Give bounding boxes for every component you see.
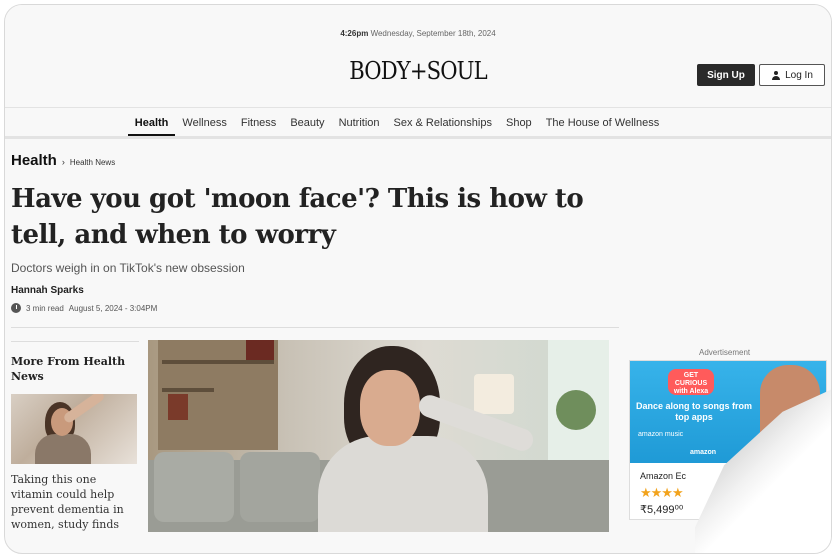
publish-date: August 5, 2024 - 3:04PM [68,303,158,313]
header-datetime: 4:26pm Wednesday, September 18th, 2024 [5,29,831,38]
site-logo[interactable]: BODY+SOUL [55,57,782,85]
nav-item-house-of-wellness[interactable]: The House of Wellness [539,108,667,136]
nav-item-wellness[interactable]: Wellness [175,108,233,136]
read-time: 3 min read [26,303,64,313]
article-standfirst: Doctors weigh in on TikTok's new obsessi… [11,261,245,275]
related-story-title[interactable]: Taking this one vitamin could help preve… [11,472,139,532]
hero-image [148,340,609,532]
main-nav: Health Wellness Fitness Beauty Nutrition… [5,107,831,139]
nav-item-fitness[interactable]: Fitness [234,108,283,136]
nav-item-health[interactable]: Health [127,108,176,136]
article-meta: 3 min read August 5, 2024 - 3:04PM [11,303,157,313]
article-headline: Have you got 'moon face'? This is how to… [11,184,584,250]
header-time: 4:26pm [340,29,369,38]
signup-button[interactable]: Sign Up [697,64,755,86]
breadcrumb-section[interactable]: Health [11,152,57,169]
breadcrumb-subsection[interactable]: Health News [70,158,115,167]
nav-item-beauty[interactable]: Beauty [283,108,331,136]
login-button-label: Log In [785,69,813,81]
more-from-section: More From Health News Taking this one vi… [11,341,139,532]
divider [11,327,619,328]
browser-frame: 4:26pm Wednesday, September 18th, 2024 B… [4,4,832,554]
ad-badge: GET CURIOUS with Alexa [668,369,714,395]
nav-item-shop[interactable]: Shop [499,108,539,136]
article-author[interactable]: Hannah Sparks [11,285,84,296]
chevron-right-icon: › [61,157,65,167]
clock-icon [11,303,21,313]
nav-item-nutrition[interactable]: Nutrition [332,108,387,136]
ad-headline: Dance along to songs from top apps [635,401,752,422]
more-from-title: More From Health News [11,355,126,383]
user-icon [771,70,780,80]
ad-brand-secondary: amazon [690,449,717,456]
login-button[interactable]: Log In [759,64,825,86]
ad-brand: amazon music [638,431,684,438]
nav-item-sex-relationships[interactable]: Sex & Relationships [387,108,499,136]
related-story-thumbnail[interactable] [11,394,137,464]
site-header: 4:26pm Wednesday, September 18th, 2024 B… [5,5,831,108]
header-date: Wednesday, September 18th, 2024 [370,29,496,38]
advertisement-label: Advertisement [699,348,751,357]
breadcrumb: Health › Health News [11,152,115,169]
